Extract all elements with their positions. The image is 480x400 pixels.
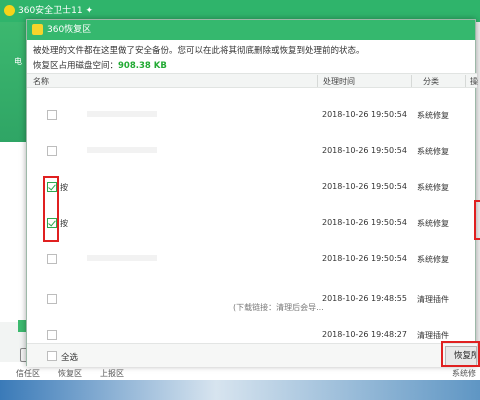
select-all-label[interactable]: 全选 <box>61 351 78 363</box>
row-checkbox[interactable] <box>47 294 57 304</box>
table-row[interactable]: 按 2018-10-26 19:50:54 系统修复 <box>27 170 477 206</box>
disk-space-label: 恢复区占用磁盘空间： <box>33 61 119 71</box>
row-category: 系统修复 <box>417 219 449 228</box>
row-category: 系统修复 <box>417 111 449 120</box>
restore-zone-icon <box>32 24 43 35</box>
main-side-text: 电 <box>14 57 22 66</box>
row-time: 2018-10-26 19:50:54 <box>322 146 407 155</box>
main-title: 360安全卫士11 ✦ <box>18 6 94 16</box>
table-row[interactable]: 按 2018-10-26 19:50:54 系统修复 <box>27 206 477 242</box>
trust-zone-link[interactable]: 信任区 <box>16 368 40 379</box>
row-time: 2018-10-26 19:50:54 <box>322 110 407 119</box>
restore-zone-link[interactable]: 恢复区 <box>58 368 82 379</box>
column-name-header[interactable]: 名称 <box>33 76 49 87</box>
column-time-header[interactable]: 处理时间 <box>323 76 355 87</box>
row-checkbox[interactable] <box>47 110 57 120</box>
disk-space-value: 908.38 KB <box>118 61 167 71</box>
table-row[interactable]: 2018-10-26 19:48:27 清理插件 <box>27 318 477 342</box>
column-category-header[interactable]: 分类 <box>423 76 439 87</box>
desktop-background <box>0 380 480 400</box>
row-category: 系统修复 <box>417 183 449 192</box>
column-divider <box>411 75 412 87</box>
row-time: 2018-10-26 19:50:54 <box>322 182 407 191</box>
system-repair-link[interactable]: 系统修 <box>452 368 476 379</box>
blurred-name <box>87 255 157 261</box>
dialog-title: 360恢复区 <box>47 25 92 35</box>
restore-button-highlight <box>441 341 480 367</box>
row-time: 2018-10-26 19:48:27 <box>322 330 407 339</box>
report-zone-link[interactable]: 上报区 <box>100 368 124 379</box>
table-row[interactable]: 2018-10-26 19:50:54 系统修复 <box>27 98 477 134</box>
row-name: 按 <box>60 183 68 192</box>
row-hint-text: (下载链接：清理后会导... <box>233 303 324 312</box>
column-divider <box>465 75 466 87</box>
row-name: 按 <box>60 219 68 228</box>
blurred-name <box>87 147 157 153</box>
dialog-footer: 全选 恢复所 <box>27 343 477 367</box>
row-category: 清理插件 <box>417 331 449 340</box>
select-all-checkbox[interactable] <box>47 351 57 361</box>
360-logo-icon <box>4 5 15 16</box>
row-category: 系统修复 <box>417 255 449 264</box>
restore-dialog: 360恢复区 被处理的文件都在这里做了安全备份。您可以在此将其彻底删除或恢复到处… <box>26 19 478 367</box>
row-time: 2018-10-26 19:50:54 <box>322 254 407 263</box>
table-row[interactable]: 2018-10-26 19:50:54 系统修复 <box>27 134 477 170</box>
dialog-description: 被处理的文件都在这里做了安全备份。您可以在此将其彻底删除或恢复到处理前的状态。 <box>33 46 365 56</box>
table-header: 名称 处理时间 分类 操 <box>27 73 478 88</box>
table-row[interactable]: 2018-10-26 19:50:54 系统修复 <box>27 242 477 278</box>
checkbox-highlight <box>43 176 59 242</box>
row-checkbox[interactable] <box>47 146 57 156</box>
row-checkbox[interactable] <box>47 330 57 340</box>
row-checkbox[interactable] <box>47 254 57 264</box>
row-time: 2018-10-26 19:50:54 <box>322 218 407 227</box>
column-action-header[interactable]: 操 <box>470 76 478 87</box>
column-divider <box>317 75 318 87</box>
blurred-name <box>87 111 157 117</box>
row-category: 清理插件 <box>417 295 449 304</box>
disk-space-info: 恢复区占用磁盘空间：908.38 KB <box>33 59 167 71</box>
action-column-highlight <box>474 200 480 240</box>
row-category: 系统修复 <box>417 147 449 156</box>
row-time: 2018-10-26 19:48:55 <box>322 294 407 303</box>
dialog-titlebar[interactable]: 360恢复区 <box>27 20 475 40</box>
